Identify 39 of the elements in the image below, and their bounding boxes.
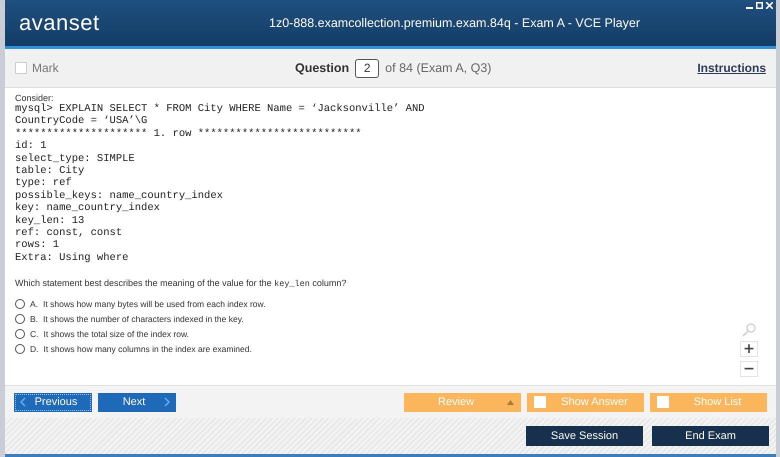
radio-button[interactable] [15, 344, 25, 354]
option-letter: C. [30, 329, 38, 340]
chevron-right-icon [164, 397, 170, 407]
option-letter: B. [30, 314, 38, 324]
answer-option[interactable]: D. It shows how many columns in the index are examined. [15, 344, 252, 354]
option-text: It shows how many columns in the index are examined. [44, 344, 252, 354]
answer-option[interactable]: C. It shows the total size of the index row. [15, 329, 190, 340]
radio-button[interactable] [15, 329, 25, 340]
radio-button[interactable] [15, 299, 25, 310]
question-text: Which statement best describes the meaning of the value for the key_len column? [15, 278, 348, 290]
question-label: Question [295, 61, 350, 75]
question-count: of 84 (Exam A, Q3) [385, 61, 492, 75]
end-exam-button[interactable]: End Exam [652, 426, 769, 446]
option-text: It shows the number of characters indexed in the key. [43, 314, 244, 324]
maximize-icon[interactable] [756, 2, 763, 9]
logo: avanset [18, 10, 101, 36]
mark-label: Mark [32, 61, 59, 75]
search-icon [742, 323, 756, 337]
zoom-out-button[interactable]: − [740, 361, 758, 377]
previous-button[interactable]: Previous [14, 392, 92, 412]
code-text: mysql> EXPLAIN SELECT * FROM City WHERE Name = ‘Jacksonville’ AND CountryCode = ‘USA’\G ********************* 1. row ************************** id: 1 select_type: SIMPLE table: City type: ref possible_keys: name_country_index key: name_country_index key_len: 13 ref: const, const rows: 1 Extra: Using where [15, 103, 425, 264]
option-text: It shows how many bytes will be used from each index row. [43, 299, 266, 310]
caret-icon [507, 400, 514, 404]
answer-option[interactable]: B. It shows the number of characters indexed in the key. [15, 314, 244, 324]
intro-text: Consider: [15, 93, 55, 103]
zoom-in-button[interactable]: + [740, 341, 758, 357]
window-title: 1z0-888.examcollection.premium.exam.84q - Exam A - VCE Player [269, 16, 641, 30]
instructions-link[interactable]: Instructions [697, 61, 766, 75]
mark-checkbox[interactable] [15, 62, 27, 74]
option-letter: A. [30, 299, 38, 310]
option-letter: D. [30, 344, 38, 354]
radio-button[interactable] [15, 314, 25, 324]
save-session-button[interactable]: Save Session [526, 426, 643, 446]
answer-option[interactable]: A. It shows how many bytes will be used from each index row. [15, 299, 266, 310]
next-button[interactable]: Next [98, 392, 176, 412]
close-icon[interactable] [766, 2, 773, 9]
chevron-left-icon [20, 397, 26, 407]
option-text: It shows the total size of the index row. [44, 329, 190, 340]
question-number-field[interactable]: 2 [355, 58, 380, 78]
